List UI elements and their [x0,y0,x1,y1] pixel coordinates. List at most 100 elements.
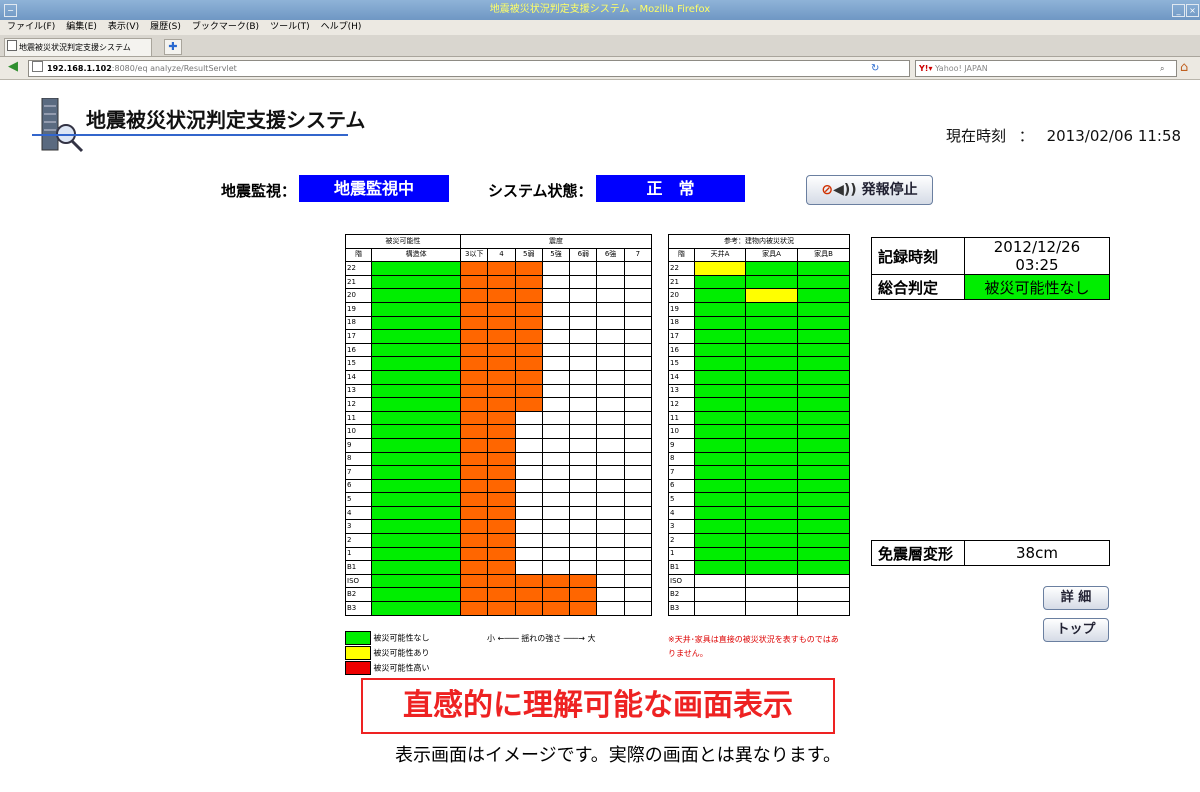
ref-status-cell [745,397,798,412]
url-bar[interactable]: 192.168.1.102:8080/eq analyze/ResultServ… [28,60,910,77]
back-arrow-icon[interactable]: ◀ [8,60,18,74]
intensity-cell [596,410,625,426]
reload-icon[interactable]: ↻ [871,61,879,76]
structure-cell [371,533,462,548]
intensity-cell [596,465,625,480]
structure-cell [371,505,462,521]
intensity-cell [514,410,543,426]
window-menu-icon[interactable]: − [4,4,17,17]
detail-button[interactable]: 詳 細 [1043,586,1109,610]
menu-item[interactable]: 表示(V) [108,22,139,32]
floor-label: 8 [668,451,695,467]
intensity-cell [541,369,571,385]
intensity-cell [541,451,571,467]
floor-label: 4 [344,505,373,521]
legend-label-caution: 被災可能性あり [373,648,430,658]
col-header-intensity: 5弱 [514,247,543,263]
menu-item[interactable]: ヘルプ(H) [321,22,362,32]
intensity-cell [569,465,598,480]
intensity-cell [596,315,625,331]
intensity-cell [487,519,516,535]
intensity-cell [569,410,598,426]
table-row: 13 [668,383,850,399]
intensity-cell [460,437,489,453]
ref-status-cell [797,573,850,589]
table-row: 5 [668,492,850,507]
intensity-cell [623,342,653,358]
intensity-cell [541,505,571,521]
alarm-stop-button[interactable]: ⊘◀)) 発報停止 [806,175,933,205]
close-icon[interactable]: × [1186,4,1199,17]
intensity-cell [569,478,598,494]
intensity-cell [460,424,489,439]
structure-cell [371,519,462,535]
intensity-cell [596,519,625,535]
table-row: B3 [668,601,850,616]
intensity-cell [487,397,516,412]
minimize-icon[interactable]: _ [1172,4,1185,17]
scale-text: 揺れの強さ [521,634,562,643]
table-row: 4 [668,505,850,521]
ref-status-cell [797,505,850,521]
ref-status-cell [694,329,746,344]
floor-label: 5 [344,492,373,507]
ref-status-cell [694,465,746,480]
intensity-cell [541,437,571,453]
intensity-cell [596,601,625,616]
table-row: 12 [344,397,653,412]
table-row: 2 [344,533,653,548]
ref-status-cell [797,288,850,303]
intensity-cell [514,301,543,317]
yahoo-engine-icon[interactable]: Y!▾ [919,64,932,73]
header-group-damage: 被災可能性 [344,234,462,249]
table-row: 9 [668,437,850,453]
structure-cell [371,383,462,399]
floor-label: B3 [668,601,695,616]
ref-status-cell [797,437,850,453]
new-tab-button[interactable]: ✚ [164,39,182,55]
intensity-cell [623,478,653,494]
intensity-cell [487,465,516,480]
intensity-cell [460,369,489,385]
home-icon[interactable]: ⌂ [1180,60,1188,75]
url-path: :8080/eq analyze/ResultServlet [111,64,237,73]
floor-label: 11 [668,410,695,426]
intensity-cell [514,465,543,480]
intensity-cell [541,519,571,535]
tab-active[interactable]: 地震被災状況判定支援システム [4,38,152,56]
structure-cell [371,410,462,426]
intensity-cell [514,587,543,603]
intensity-cell [541,546,571,562]
intensity-cell [623,601,653,616]
floor-label: 21 [344,274,373,290]
menu-item[interactable]: 履歴(S) [150,22,181,32]
table-row: 8 [668,451,850,467]
search-icon[interactable]: ⌕ [1160,61,1164,76]
structure-cell [371,478,462,494]
search-input[interactable]: Y!▾ Yahoo! JAPAN ⌕ [915,60,1177,77]
menu-item[interactable]: 編集(E) [66,22,97,32]
floor-label: 3 [668,519,695,535]
floor-label: 13 [668,383,695,399]
intensity-cell [514,342,543,358]
intensity-cell [460,397,489,412]
menu-item[interactable]: ツール(T) [270,22,310,32]
intensity-cell [569,301,598,317]
intensity-cell [596,369,625,385]
floor-label: 13 [344,383,373,399]
structure-cell [371,329,462,344]
floor-label: 8 [344,451,373,467]
top-button[interactable]: トップ [1043,618,1109,642]
table-row: 3 [344,519,653,535]
menu-item[interactable]: ファイル(F) [7,22,55,32]
ref-status-cell [745,315,798,331]
table-row: 1 [668,546,850,562]
table-row: B3 [344,601,653,616]
monitor-status-badge: 地震監視中 [299,175,449,202]
ref-status-cell [694,301,746,317]
intensity-scale-note: 小 ←─── 揺れの強さ ───→ 大 [487,633,596,644]
menu-item[interactable]: ブックマーク(B) [192,22,259,32]
intensity-cell [569,505,598,521]
intensity-cell [541,274,571,290]
intensity-cell [460,560,489,575]
